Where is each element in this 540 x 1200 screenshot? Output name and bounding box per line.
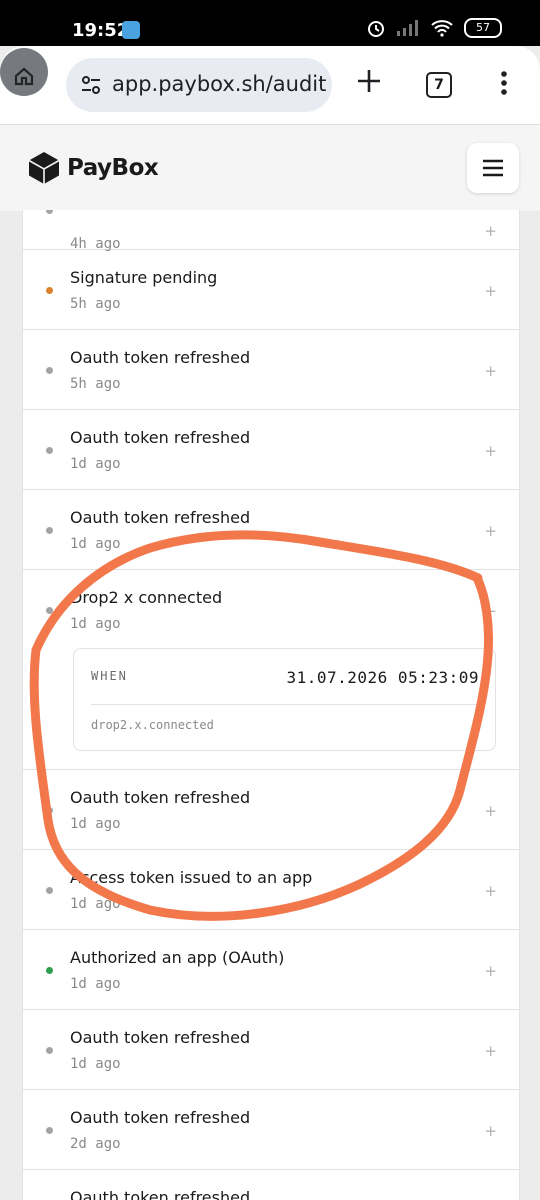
- item-time: 1d ago: [70, 616, 121, 632]
- item-title: Signature pending: [70, 268, 218, 287]
- list-item[interactable]: Oauth token refreshed 1d ago +: [23, 770, 519, 850]
- item-title: Drop2 x connected: [70, 588, 223, 607]
- item-title: Oauth token refreshed: [70, 508, 251, 527]
- site-header: PayBox: [0, 124, 540, 211]
- item-time: 2d ago: [70, 1136, 121, 1152]
- list-item[interactable]: Oauth token refreshed 1d ago +: [23, 410, 519, 490]
- battery-icon: 57: [464, 18, 502, 38]
- item-time: 1d ago: [70, 536, 121, 552]
- expand-icon[interactable]: +: [484, 522, 497, 540]
- list-item[interactable]: Oauth token refreshed 1d ago +: [23, 1010, 519, 1090]
- list-item[interactable]: Oauth token refreshed: [23, 1170, 519, 1200]
- expand-icon[interactable]: +: [484, 802, 497, 820]
- detail-timestamp: 31.07.2026 05:23:09: [286, 668, 479, 687]
- expand-icon[interactable]: +: [484, 882, 497, 900]
- telegram-icon: [122, 21, 140, 39]
- signal-icon: [397, 20, 418, 36]
- expand-icon[interactable]: +: [484, 362, 497, 380]
- status-dot: [46, 887, 53, 894]
- item-title: Oauth token refreshed: [70, 1028, 251, 1047]
- status-dot: [46, 607, 53, 614]
- item-time: 1d ago: [70, 896, 121, 912]
- list-item[interactable]: Oauth token refreshed 5h ago +: [23, 330, 519, 410]
- status-dot: [46, 210, 53, 214]
- list-item[interactable]: Signature pending 5h ago +: [23, 250, 519, 330]
- item-title: Oauth token refreshed: [70, 348, 251, 367]
- paybox-logo-icon: [28, 152, 60, 184]
- status-bar: 19:52 57: [0, 0, 540, 46]
- status-dot: [46, 367, 53, 374]
- item-title: Access token issued to an app: [70, 868, 313, 887]
- expand-icon[interactable]: +: [484, 1042, 497, 1060]
- collapse-icon[interactable]: −: [484, 602, 497, 620]
- status-time: 19:52: [72, 20, 130, 41]
- status-dot: [46, 807, 53, 814]
- home-button[interactable]: [0, 48, 48, 96]
- expand-icon[interactable]: +: [484, 282, 497, 300]
- detail-divider: [91, 704, 479, 705]
- item-time: 1d ago: [70, 976, 121, 992]
- wifi-icon: [431, 20, 453, 37]
- item-time: 1d ago: [70, 816, 121, 832]
- address-bar[interactable]: app.paybox.sh/audit: [66, 58, 332, 112]
- detail-event-name: drop2.x.connected: [91, 718, 214, 732]
- alarm-icon: [368, 21, 384, 37]
- list-item[interactable]: Authorized an app (OAuth) 1d ago +: [23, 930, 519, 1010]
- expand-icon[interactable]: +: [484, 442, 497, 460]
- home-icon: [14, 67, 34, 86]
- hamburger-icon: [483, 159, 503, 177]
- detail-label: WHEN: [91, 669, 128, 683]
- list-item[interactable]: Oauth token refreshed 1d ago +: [23, 490, 519, 570]
- expand-icon[interactable]: +: [484, 962, 497, 980]
- menu-button[interactable]: [467, 143, 519, 193]
- item-time: 5h ago: [70, 296, 121, 312]
- status-dot: [46, 527, 53, 534]
- browser-toolbar: app.paybox.sh/audit 7: [0, 46, 540, 124]
- item-title: Oauth token refreshed: [70, 788, 251, 807]
- site-settings-icon[interactable]: [80, 74, 102, 96]
- brand-name[interactable]: PayBox: [67, 155, 159, 181]
- url-text[interactable]: app.paybox.sh/audit: [112, 72, 326, 96]
- expand-icon[interactable]: +: [484, 1122, 497, 1140]
- status-dot: [46, 1047, 53, 1054]
- status-dot: [46, 1127, 53, 1134]
- new-tab-icon[interactable]: [356, 68, 382, 94]
- item-title: Authorized an app (OAuth): [70, 948, 285, 967]
- status-dot: [46, 967, 53, 974]
- status-icons: 57: [366, 18, 502, 38]
- more-options-icon[interactable]: [500, 70, 508, 96]
- tab-switcher-button[interactable]: 7: [426, 72, 452, 98]
- item-time: 5h ago: [70, 376, 121, 392]
- list-item[interactable]: Oauth token refreshed 2d ago +: [23, 1090, 519, 1170]
- list-item[interactable]: 4h ago +: [23, 210, 519, 252]
- item-title: Oauth token refreshed: [70, 1188, 251, 1200]
- event-detail-card: WHEN 31.07.2026 05:23:09 drop2.x.connect…: [73, 648, 496, 751]
- item-time: 1d ago: [70, 456, 121, 472]
- expand-icon[interactable]: +: [484, 222, 497, 240]
- item-time: 1d ago: [70, 1056, 121, 1072]
- audit-log-list: 4h ago + Signature pending 5h ago + Oaut…: [22, 210, 520, 1200]
- status-dot: [46, 447, 53, 454]
- list-item[interactable]: Access token issued to an app 1d ago +: [23, 850, 519, 930]
- status-dot: [46, 287, 53, 294]
- item-title: Oauth token refreshed: [70, 428, 251, 447]
- item-title: Oauth token refreshed: [70, 1108, 251, 1127]
